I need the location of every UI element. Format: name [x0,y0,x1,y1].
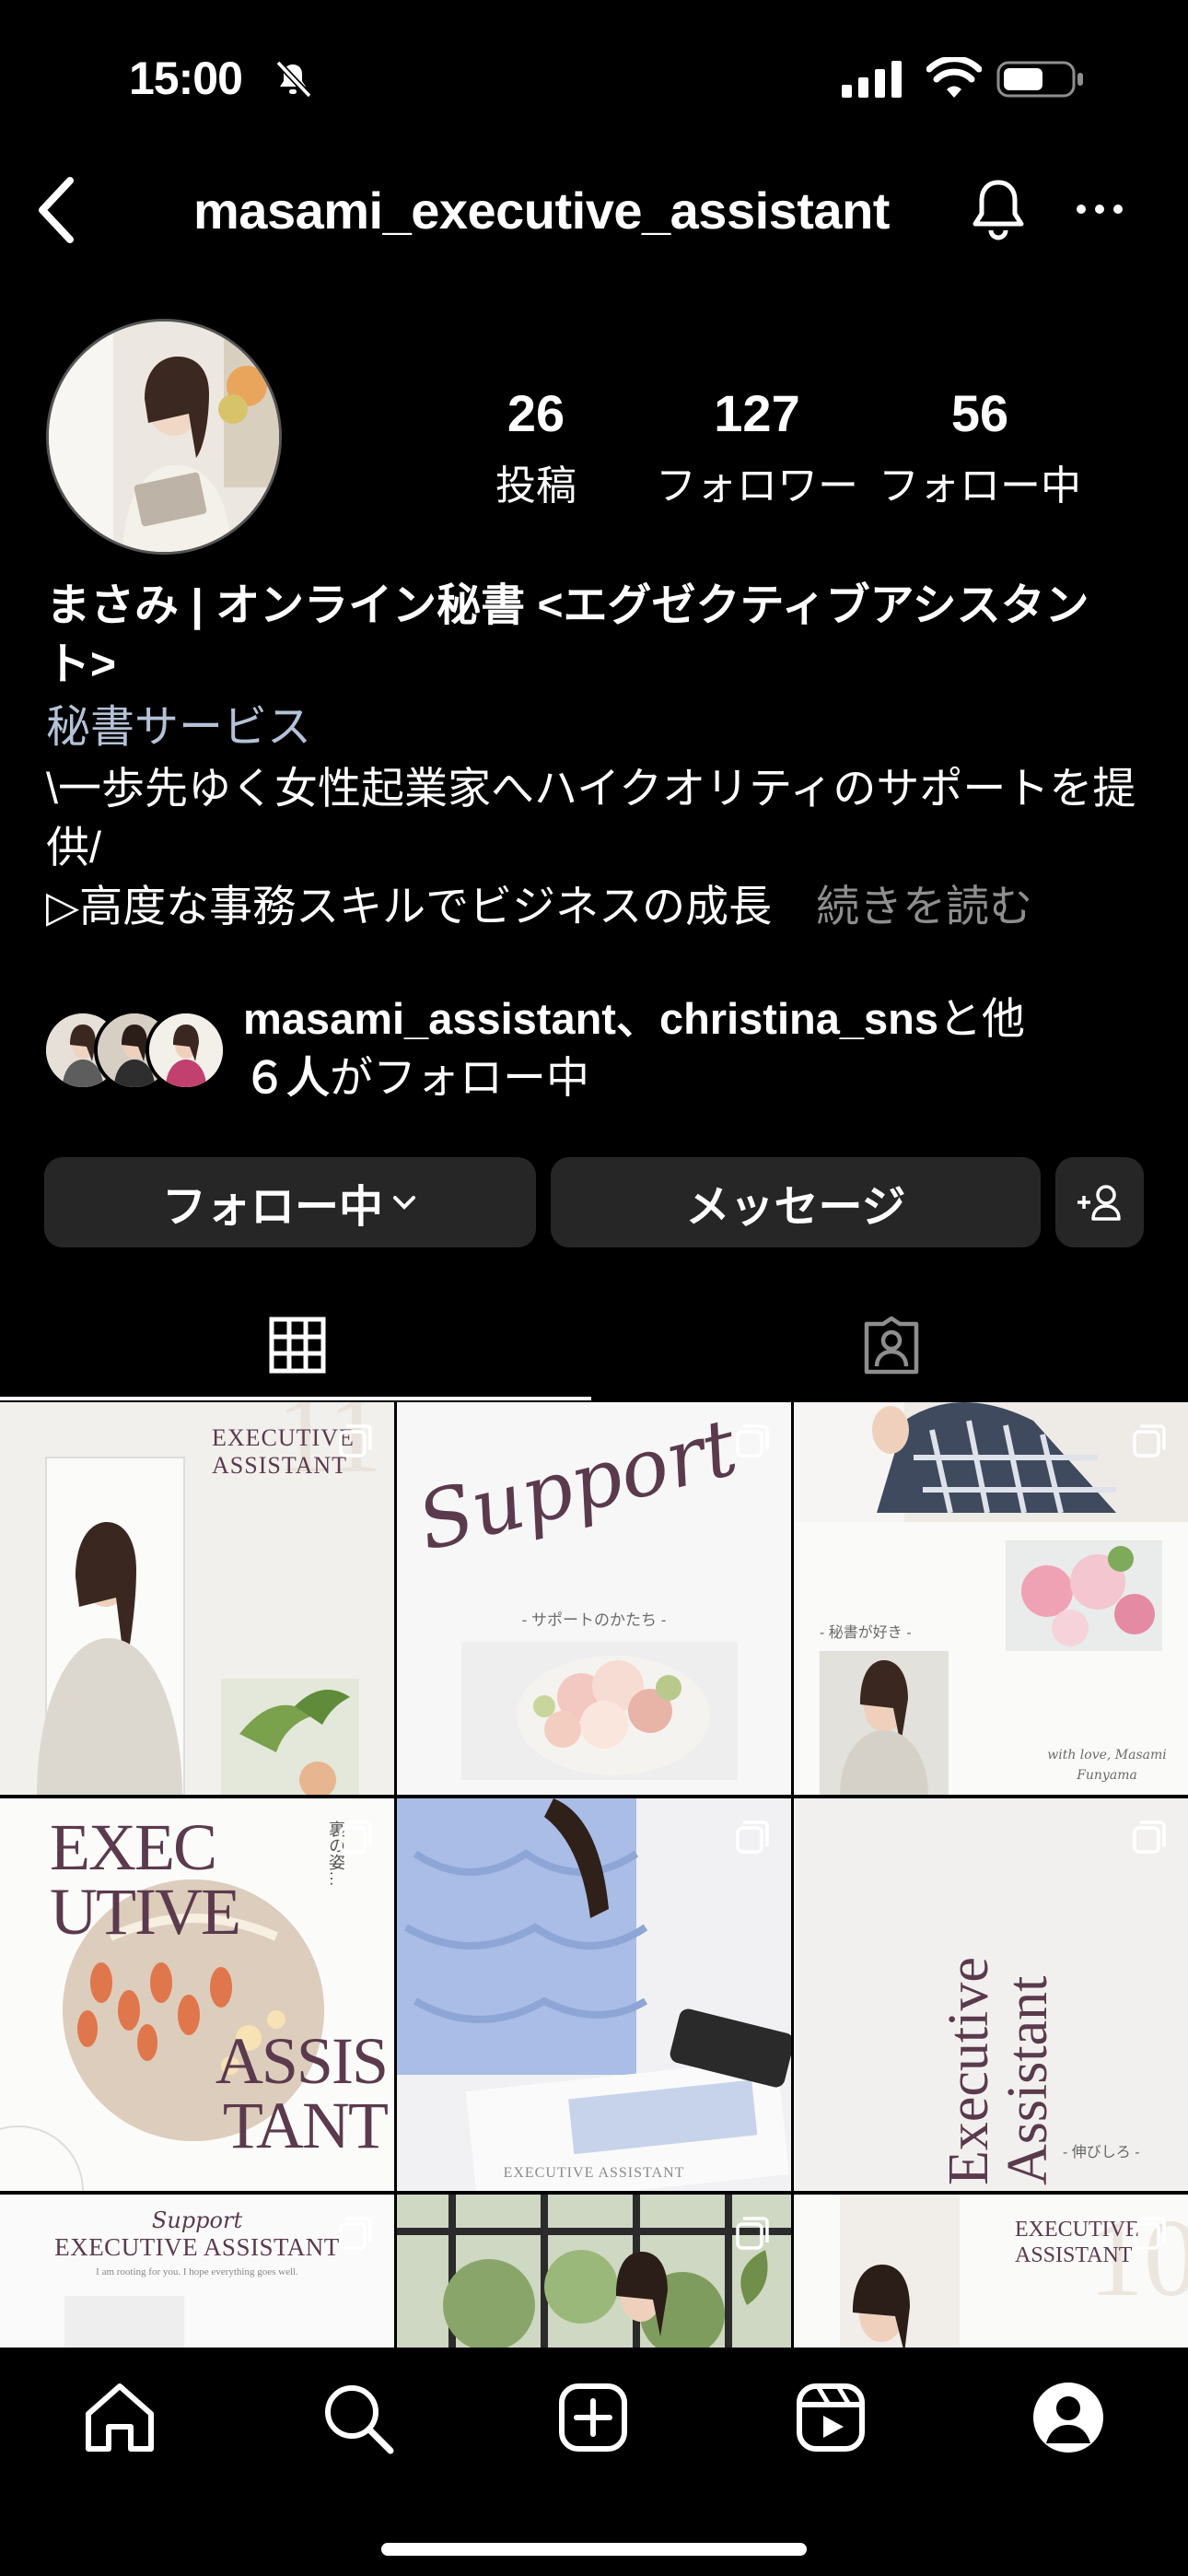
bell-muted-icon [275,60,312,99]
tab-active-indicator [0,1397,591,1400]
mutual-suffix: がフォロー中 [330,1053,589,1102]
mutual-avatar [146,1010,227,1091]
post-tile[interactable] [397,2195,791,2349]
tab-grid[interactable] [0,1290,594,1400]
carousel-icon [1133,2217,1166,2250]
more-options-icon[interactable] [1074,195,1125,223]
mutual-names: masami_assistant、christina_sns [243,994,938,1043]
tagged-person-icon [864,1316,918,1375]
mutual-followers-avatars[interactable] [42,1010,227,1095]
post-tile[interactable]: Support EXECUTIVE ASSISTANT I am rooting… [0,2195,394,2349]
message-button[interactable]: メッセージ [551,1157,1041,1247]
post-title: EXECUTIVE ASSISTANT [54,2233,340,2261]
create-post-icon[interactable] [553,2377,634,2458]
following-button[interactable]: フォロー中 [44,1157,536,1247]
stat-following-label: フォロー中 [879,463,1081,509]
post-title: EXEC UTIVE [50,1810,241,1949]
back-chevron-icon[interactable] [35,173,79,247]
profile-username: masami_executive_assistant [193,181,890,240]
bio-category[interactable]: 秘書サービス [46,698,311,757]
bio-line: \一歩先ゆく女性起業家へハイクオリティのサポートを提供/ [46,764,1136,872]
post-tile[interactable]: EXEC UTIVE ASSIS TANT 裏の姿… [0,1798,394,2191]
status-time: 15:00 [129,53,243,104]
carousel-icon [339,2217,372,2250]
bio-more-link[interactable]: 続きを読む [816,882,1032,931]
home-indicator [381,2543,807,2556]
bio-line: ▷高度な事務スキルでビジネスの成長 続きを読む [46,877,1142,936]
mutual-count: ６人 [243,1053,330,1102]
carousel-icon [339,1821,372,1854]
post-caption: - サポートのかたち - [521,1611,667,1629]
stat-posts-value: 26 [507,384,565,442]
bio-display-name: まさみ | オンライン秘書 <エグゼクティブアシスタント> [46,581,1089,689]
carousel-icon [736,2217,769,2250]
post-script-title: Support [409,1402,746,1570]
post-tile[interactable]: Executive Assistant - 伸びしろ - [794,1798,1188,2191]
home-icon[interactable] [79,2377,160,2458]
mutual-mid: と他 [938,994,1025,1043]
tab-tagged[interactable] [594,1290,1188,1400]
post-signature: with love, Masami Funyama [1047,1748,1167,1783]
chevron-down-icon [393,1196,415,1210]
carousel-icon [339,1424,372,1458]
stat-following-value: 56 [950,384,1009,442]
carousel-icon [1133,1424,1166,1458]
reels-icon[interactable] [790,2377,871,2458]
carousel-icon [736,1821,769,1854]
post-title: Executive Assistant [938,1957,1059,2185]
carousel-icon [1133,1821,1166,1854]
post-caption: I am rooting for you. I hope everything … [96,2266,298,2277]
profile-avatar[interactable] [46,319,282,555]
post-script-title: Support [151,2207,243,2233]
bio-text: \一歩先ゆく女性起業家へハイクオリティのサポートを提供/ ▷高度な事務スキルでビ… [46,759,1142,936]
profile-tab-icon[interactable] [1028,2377,1109,2458]
post-tile[interactable]: EXECUTIVE ASSISTANT [397,1798,791,2191]
following-button-label: フォロー中 [161,1183,383,1232]
post-tile[interactable]: - 秘書が好き - with love, Masami Funyama [794,1402,1188,1795]
mutual-followers-text[interactable]: masami_assistant、christina_snsと他 ６人がフォロー… [243,989,1146,1107]
stat-followers[interactable]: 127 フォロワー [646,383,868,511]
post-tile[interactable]: Support - サポートのかたち - [397,1402,791,1795]
battery-icon [996,61,1083,98]
suggest-people-button[interactable] [1055,1157,1144,1247]
stat-posts[interactable]: 26 投稿 [425,383,646,511]
post-tile[interactable]: 10 EXECUTIVE ASSISTANT [794,2195,1188,2349]
post-tile[interactable]: 11 EXECUTIVE ASSISTANT [0,1402,394,1795]
stat-followers-label: フォロワー [656,463,858,509]
search-icon[interactable] [317,2377,398,2458]
wifi-icon [926,57,982,98]
post-caption: - 秘書が好き - [820,1625,912,1641]
carousel-icon [736,1424,769,1458]
post-caption: EXECUTIVE ASSISTANT [503,2165,685,2181]
stat-followers-value: 127 [714,384,800,442]
post-title: ASSIS TANT [215,2024,389,2162]
stat-posts-label: 投稿 [495,463,577,509]
post-caption: - 伸びしろ - [1063,2145,1140,2160]
grid-icon [269,1317,325,1374]
cellular-signal-icon [842,61,902,98]
posts-grid: 11 EXECUTIVE ASSISTANT Support - サポートのかた… [0,1402,1188,2349]
message-button-label: メッセージ [685,1183,906,1232]
add-person-icon [1077,1185,1121,1221]
bio-line-text: ▷高度な事務スキルでビジネスの成長 [46,882,773,931]
notification-bell-icon[interactable] [969,177,1028,241]
stat-following[interactable]: 56 フォロー中 [869,383,1090,511]
